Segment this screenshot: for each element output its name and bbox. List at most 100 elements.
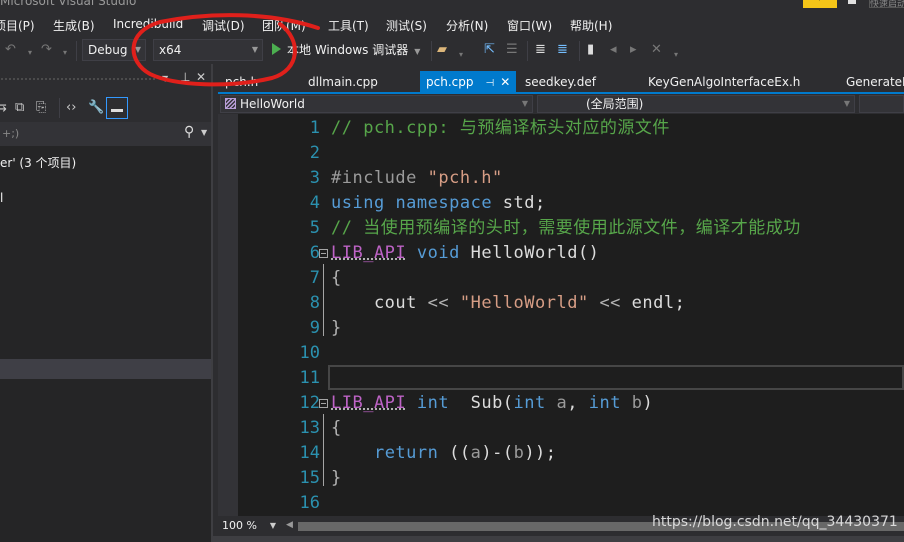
- menu-tools[interactable]: 工具(T): [328, 17, 369, 34]
- toolbar-separator: [76, 41, 77, 61]
- tree-solution-node[interactable]: er' (3 个项目): [0, 154, 76, 171]
- line-number: 16: [299, 493, 320, 513]
- start-debugging-button[interactable]: 本地 Windows 调试器 ▼: [272, 41, 420, 59]
- quick-launch-input[interactable]: 快速启动: [869, 0, 904, 8]
- current-line-highlight: [328, 365, 904, 390]
- close-icon[interactable]: ✕: [500, 75, 510, 89]
- dropdown-icon[interactable]: ▾: [459, 48, 463, 62]
- code-token: Sub(: [449, 393, 514, 413]
- code-line[interactable]: 1 // pch.cpp: 与预编译标头对应的源文件: [238, 116, 904, 141]
- next-bookmark-icon[interactable]: ▸: [630, 43, 637, 57]
- search-options-icon[interactable]: ▼: [201, 128, 207, 137]
- code-line[interactable]: 12 LIB_API int Sub(int a, int b): [238, 391, 904, 416]
- scroll-left-icon[interactable]: ◀: [286, 520, 293, 530]
- comment-icon[interactable]: ≣: [535, 43, 546, 57]
- tab-keygenalgointerfaceex-h[interactable]: KeyGenAlgoInterfaceEx.h: [648, 71, 800, 93]
- tab-seedkey-def[interactable]: seedkey.def: [525, 71, 596, 93]
- tab-generatek[interactable]: GenerateK: [846, 71, 904, 93]
- code-line[interactable]: 15}: [238, 466, 904, 491]
- collapse-icon[interactable]: [319, 249, 328, 258]
- preview-selected-button[interactable]: [106, 97, 128, 119]
- toolbar-separator: [59, 98, 60, 118]
- properties-wrench-icon[interactable]: 🔧: [88, 100, 104, 115]
- function-select[interactable]: [859, 95, 904, 113]
- menu-build[interactable]: 生成(B): [53, 17, 95, 34]
- menu-window[interactable]: 窗口(W): [507, 17, 552, 34]
- code-text: return ((a)-(b));: [331, 441, 557, 466]
- code-line[interactable]: 14 return ((a)-(b));: [238, 441, 904, 466]
- code-line[interactable]: 9}: [238, 316, 904, 341]
- step-into-icon[interactable]: ⇱: [484, 43, 495, 57]
- notification-icon[interactable]: [848, 0, 856, 4]
- drag-handle[interactable]: [0, 77, 155, 81]
- code-token: )-(: [481, 443, 514, 463]
- tab-pch-cpp[interactable]: pch.cpp ⊣ ✕: [420, 71, 517, 93]
- sync-icon[interactable]: ⇆: [0, 100, 7, 115]
- code-line[interactable]: 8 cout << "HelloWorld" << endl;: [238, 291, 904, 316]
- panel-splitter[interactable]: [211, 64, 213, 542]
- uncomment-icon[interactable]: ≣: [557, 43, 568, 57]
- member-scope-select[interactable]: (全局范围) ▼: [537, 95, 855, 113]
- prev-bookmark-icon[interactable]: ◂: [610, 43, 617, 57]
- undo-icon[interactable]: ↶: [5, 43, 16, 57]
- search-icon[interactable]: ⚲: [184, 124, 194, 140]
- solution-search-input[interactable]: +;) ⚲ ▼: [0, 122, 213, 146]
- toolbar-overflow-icon[interactable]: ▾: [674, 48, 678, 62]
- code-editor[interactable]: 1 // pch.cpp: 与预编译标头对应的源文件 2 3 #include "pch…: [218, 114, 904, 516]
- line-number: 9: [309, 318, 320, 338]
- tab-pch-h[interactable]: pch.h: [225, 71, 258, 93]
- pin-icon[interactable]: ⊣: [485, 78, 494, 89]
- tree-project-node[interactable]: l: [0, 191, 3, 205]
- code-line[interactable]: 3 #include "pch.h": [238, 166, 904, 191]
- menu-test[interactable]: 测试(S): [386, 17, 427, 34]
- close-icon[interactable]: ✕: [196, 70, 206, 84]
- collapse-all-icon[interactable]: ⧉: [15, 100, 24, 115]
- redo-dropdown-icon[interactable]: ▾: [63, 46, 67, 60]
- menu-incredibuild[interactable]: Incredibuild: [113, 17, 183, 31]
- code-line[interactable]: 13 {: [238, 416, 904, 441]
- redo-icon[interactable]: ↷: [41, 43, 52, 57]
- code-token: {: [331, 418, 342, 438]
- code-line[interactable]: 2: [238, 141, 904, 166]
- zoom-level-select[interactable]: 100 % ▼: [218, 517, 278, 535]
- code-token: }: [331, 468, 342, 488]
- format-icon[interactable]: ☰: [506, 43, 518, 57]
- feedback-button[interactable]: [803, 0, 837, 8]
- find-in-files-icon[interactable]: ▰: [437, 43, 447, 57]
- code-line[interactable]: 5 // 当使用预编译的头时，需要使用此源文件，编译才能成功: [238, 216, 904, 241]
- indicator-margin[interactable]: [218, 114, 238, 516]
- code-line[interactable]: 16: [238, 491, 904, 516]
- code-token: int: [588, 393, 621, 413]
- view-code-icon[interactable]: ‹›: [66, 100, 76, 115]
- code-token: "HelloWorld": [459, 293, 589, 313]
- toolbar-separator: [431, 41, 432, 61]
- menu-analyze[interactable]: 分析(N): [446, 17, 488, 34]
- code-text: using namespace std;: [331, 191, 546, 216]
- configuration-select[interactable]: Debug ▼: [82, 39, 146, 61]
- show-all-files-icon[interactable]: ⎘: [36, 100, 46, 115]
- code-line[interactable]: 4 using namespace std;: [238, 191, 904, 216]
- platform-select[interactable]: x64 ▼: [153, 39, 263, 61]
- undo-dropdown-icon[interactable]: ▾: [28, 46, 32, 60]
- code-line[interactable]: 10: [238, 341, 904, 366]
- solution-explorer-toolbar: ⇆ ⧉ ⎘ ‹› 🔧: [0, 94, 213, 122]
- tab-dllmain-cpp[interactable]: dllmain.cpp: [308, 71, 378, 93]
- tab-label: pch.h: [225, 75, 259, 89]
- clear-bookmarks-icon[interactable]: ✕: [651, 43, 662, 57]
- tree-selected-row[interactable]: [0, 359, 211, 379]
- menu-help[interactable]: 帮助(H): [570, 17, 612, 34]
- code-line[interactable]: 7{: [238, 266, 904, 291]
- menu-team[interactable]: 团队(M): [262, 17, 306, 34]
- pin-icon[interactable]: ⊥: [180, 70, 190, 84]
- code-token: #include: [331, 168, 428, 188]
- menu-debug[interactable]: 调试(D): [202, 17, 245, 34]
- bookmark-icon[interactable]: ▮: [587, 43, 594, 57]
- collapse-icon[interactable]: [319, 399, 328, 408]
- window-menu-icon[interactable]: ▼: [162, 74, 168, 83]
- project-scope-select[interactable]: HelloWorld ▼: [220, 95, 533, 113]
- line-number: 13: [299, 418, 320, 438]
- chevron-down-icon: ▼: [521, 99, 528, 108]
- menu-project[interactable]: 项目(P): [0, 17, 35, 34]
- code-line[interactable]: 6 LIB_API void HelloWorld(): [238, 241, 904, 266]
